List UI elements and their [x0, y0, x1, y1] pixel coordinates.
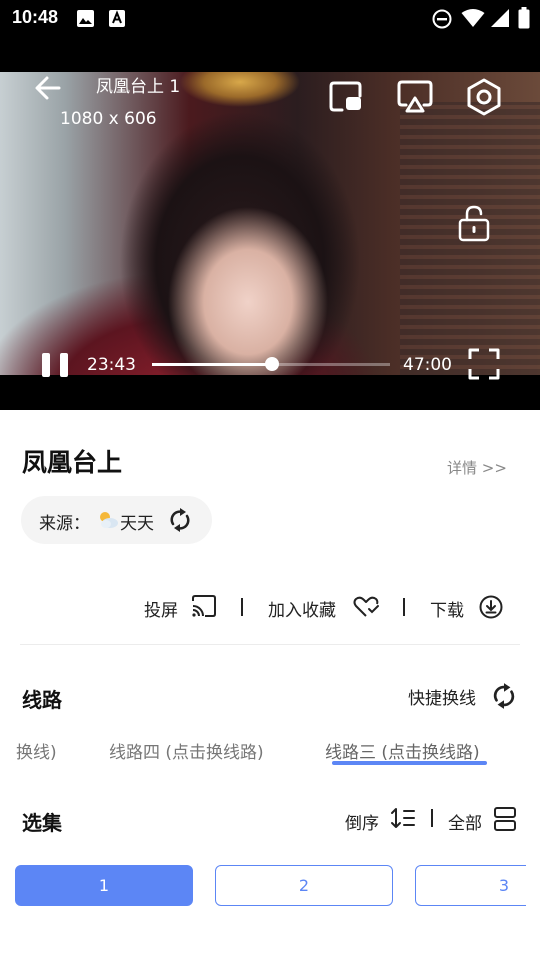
video-title: 凤凰台上 1	[96, 77, 181, 97]
progress-thumb[interactable]	[265, 357, 279, 371]
detail-link[interactable]: 详情 >>	[447, 457, 507, 478]
back-arrow-icon[interactable]	[34, 74, 62, 102]
cast-label[interactable]: 投屏	[144, 596, 178, 621]
episode-strip[interactable]: 1 2 3	[0, 850, 526, 930]
episodes-title: 选集	[22, 811, 62, 835]
duration: 47:00	[403, 355, 452, 375]
wifi-icon	[461, 8, 485, 28]
episode-button[interactable]: 3	[415, 865, 526, 906]
progress-fill	[152, 363, 272, 366]
quick-switch-icon[interactable]	[490, 681, 518, 711]
download-label[interactable]: 下载	[430, 596, 464, 621]
list-layout-icon[interactable]	[493, 806, 517, 832]
route-tab-indicator	[332, 761, 487, 765]
sort-label[interactable]: 倒序	[345, 809, 379, 834]
refresh-source-icon[interactable]	[167, 506, 193, 534]
source-label: 来源：	[39, 514, 90, 534]
video-scene-crown	[180, 72, 300, 112]
status-time: 10:48	[12, 7, 59, 27]
source-selector[interactable]: 来源： 天天	[21, 496, 212, 544]
settings-hexagon-icon[interactable]	[465, 78, 503, 116]
video-resolution: 1080 x 606	[60, 109, 157, 129]
episode-divider	[431, 809, 433, 827]
cast-icon[interactable]	[190, 594, 218, 618]
gallery-icon	[76, 9, 95, 28]
action-divider	[241, 598, 243, 616]
dnd-icon	[432, 9, 452, 29]
route-tab-active[interactable]: 线路三 (点击换线路)	[325, 738, 480, 763]
favorite-label[interactable]: 加入收藏	[268, 596, 336, 621]
fullscreen-icon[interactable]	[467, 347, 501, 381]
show-title: 凤凰台上	[22, 448, 123, 477]
route-tab[interactable]: 换线)	[16, 738, 57, 763]
battery-icon	[518, 7, 530, 29]
action-divider	[403, 598, 405, 616]
weather-cloud-sun-icon	[97, 510, 119, 530]
episode-button[interactable]: 2	[215, 865, 393, 906]
pause-icon[interactable]	[40, 351, 70, 379]
episode-button-active[interactable]: 1	[15, 865, 193, 906]
source-name: 天天	[120, 514, 154, 534]
font-icon	[108, 9, 126, 28]
heart-check-icon[interactable]	[352, 595, 380, 619]
signal-icon	[490, 8, 510, 28]
screen-lock-icon[interactable]	[457, 203, 491, 243]
current-time: 23:43	[87, 355, 136, 375]
airplay-icon[interactable]	[396, 79, 434, 115]
route-tab[interactable]: 线路四 (点击换线路)	[109, 738, 264, 763]
section-divider	[20, 644, 520, 645]
quick-switch-label[interactable]: 快捷换线	[408, 684, 476, 709]
routes-title: 线路	[22, 688, 62, 712]
pip-icon[interactable]	[328, 80, 364, 114]
download-icon[interactable]	[478, 594, 504, 620]
status-bar: 10:48	[0, 0, 540, 40]
all-episodes-label[interactable]: 全部	[448, 809, 482, 834]
sort-order-icon[interactable]	[390, 806, 416, 830]
